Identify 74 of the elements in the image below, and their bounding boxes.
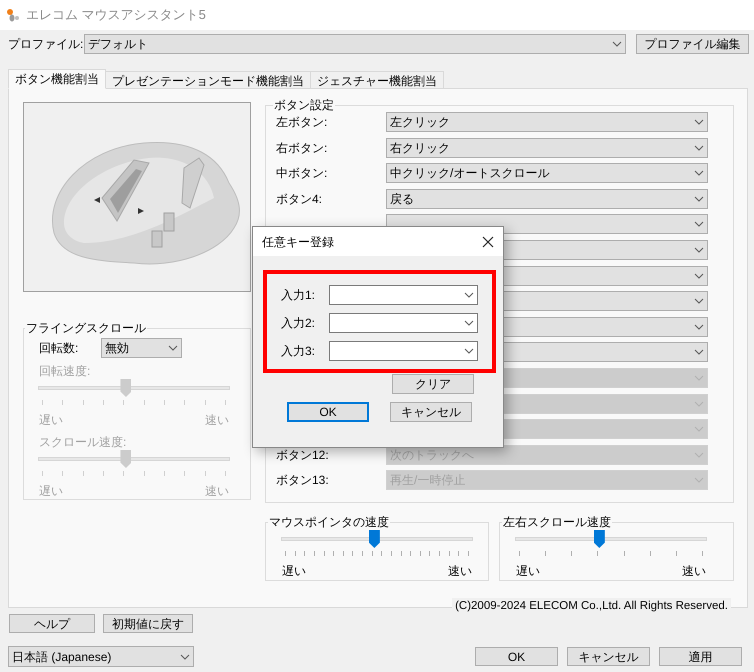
input-label: 入力2: [281, 315, 316, 332]
chevron-down-icon [694, 324, 704, 330]
fast-label: 速い [448, 563, 472, 580]
dropdown[interactable]: 無効 [101, 338, 182, 358]
button-label: ボタン13: [276, 472, 330, 490]
tab[interactable]: ジェスチャー機能割当 [310, 71, 444, 89]
slow-label: 遅い [282, 563, 306, 580]
input-label: 入力1: [281, 287, 316, 304]
slider-label: 回転速度: [38, 363, 92, 380]
chevron-down-icon [694, 452, 704, 458]
button[interactable]: ヘルプ [9, 614, 95, 633]
button[interactable]: キャンセル [390, 402, 472, 422]
button[interactable]: 初期値に戻す [103, 614, 193, 633]
slider-thumb[interactable] [594, 530, 605, 548]
chevron-down-icon [464, 320, 474, 326]
button[interactable]: 適用 [659, 647, 742, 666]
button[interactable]: キャンセル [567, 647, 650, 666]
fast-label: 速い [682, 563, 706, 580]
chevron-down-icon [464, 292, 474, 298]
chevron-down-icon [694, 349, 704, 356]
button-label: 左ボタン: [276, 114, 328, 131]
group-title: 左右スクロール速度 [502, 514, 612, 531]
rotation-label: 回転数: [38, 340, 80, 357]
group-title: ボタン設定 [273, 97, 335, 114]
button-label: ボタン4: [276, 190, 324, 208]
dropdown[interactable] [329, 285, 478, 305]
slider-thumb[interactable] [368, 530, 380, 548]
button-label: 右ボタン: [276, 140, 328, 157]
chevron-down-icon [694, 246, 704, 253]
chevron-down-icon [694, 298, 704, 304]
chevron-down-icon [612, 41, 622, 47]
button[interactable]: クリア [392, 374, 474, 394]
dropdown[interactable]: 戻る [386, 188, 708, 209]
chevron-down-icon [694, 144, 704, 151]
dropdown[interactable] [329, 341, 478, 361]
tab[interactable]: ボタン機能割当 [8, 69, 106, 89]
profile-label: プロファイル: [8, 36, 84, 53]
window-title: エレコム マウスアシスタント5 [26, 6, 206, 24]
slow-label: 遅い [39, 483, 63, 500]
chevron-down-icon [694, 119, 704, 125]
slow-label: 遅い [39, 412, 63, 429]
dropdown[interactable]: デフォルト [84, 34, 626, 54]
group-title: マウスポインタの速度 [268, 514, 390, 531]
chevron-down-icon [694, 374, 704, 381]
chevron-down-icon [694, 426, 704, 432]
input-label: 入力3: [281, 343, 316, 360]
chevron-down-icon [464, 348, 474, 354]
button[interactable]: OK [287, 402, 369, 422]
button-label: ボタン12: [276, 446, 330, 464]
button[interactable]: OK [475, 647, 558, 666]
close-button[interactable] [481, 234, 495, 248]
dropdown[interactable]: 中クリック/オートスクロール [386, 163, 708, 184]
chevron-down-icon [694, 272, 704, 279]
button[interactable]: プロファイル編集 [636, 34, 749, 54]
dropdown[interactable]: 右クリック [386, 138, 708, 158]
chevron-down-icon [694, 196, 704, 202]
chevron-down-icon [694, 221, 704, 228]
chevron-down-icon [694, 400, 704, 407]
dropdown[interactable] [329, 313, 478, 333]
dialog-title: 任意キー登録 [262, 234, 334, 250]
button-label: 中ボタン: [276, 165, 328, 182]
slider-label: スクロール速度: [38, 434, 128, 451]
dropdown[interactable]: 左クリック [386, 112, 708, 132]
slow-label: 遅い [516, 563, 540, 580]
group-title: フライングスクロール [25, 320, 147, 337]
app-icon [6, 8, 20, 22]
dropdown[interactable]: 日本語 (Japanese) [8, 646, 194, 667]
chevron-down-icon [694, 477, 704, 484]
fast-label: 速い [205, 483, 229, 500]
chevron-down-icon [180, 654, 190, 660]
tab[interactable]: プレゼンテーションモード機能割当 [105, 71, 311, 89]
chevron-down-icon [168, 345, 178, 351]
fast-label: 速い [205, 412, 229, 429]
chevron-down-icon [694, 170, 704, 176]
